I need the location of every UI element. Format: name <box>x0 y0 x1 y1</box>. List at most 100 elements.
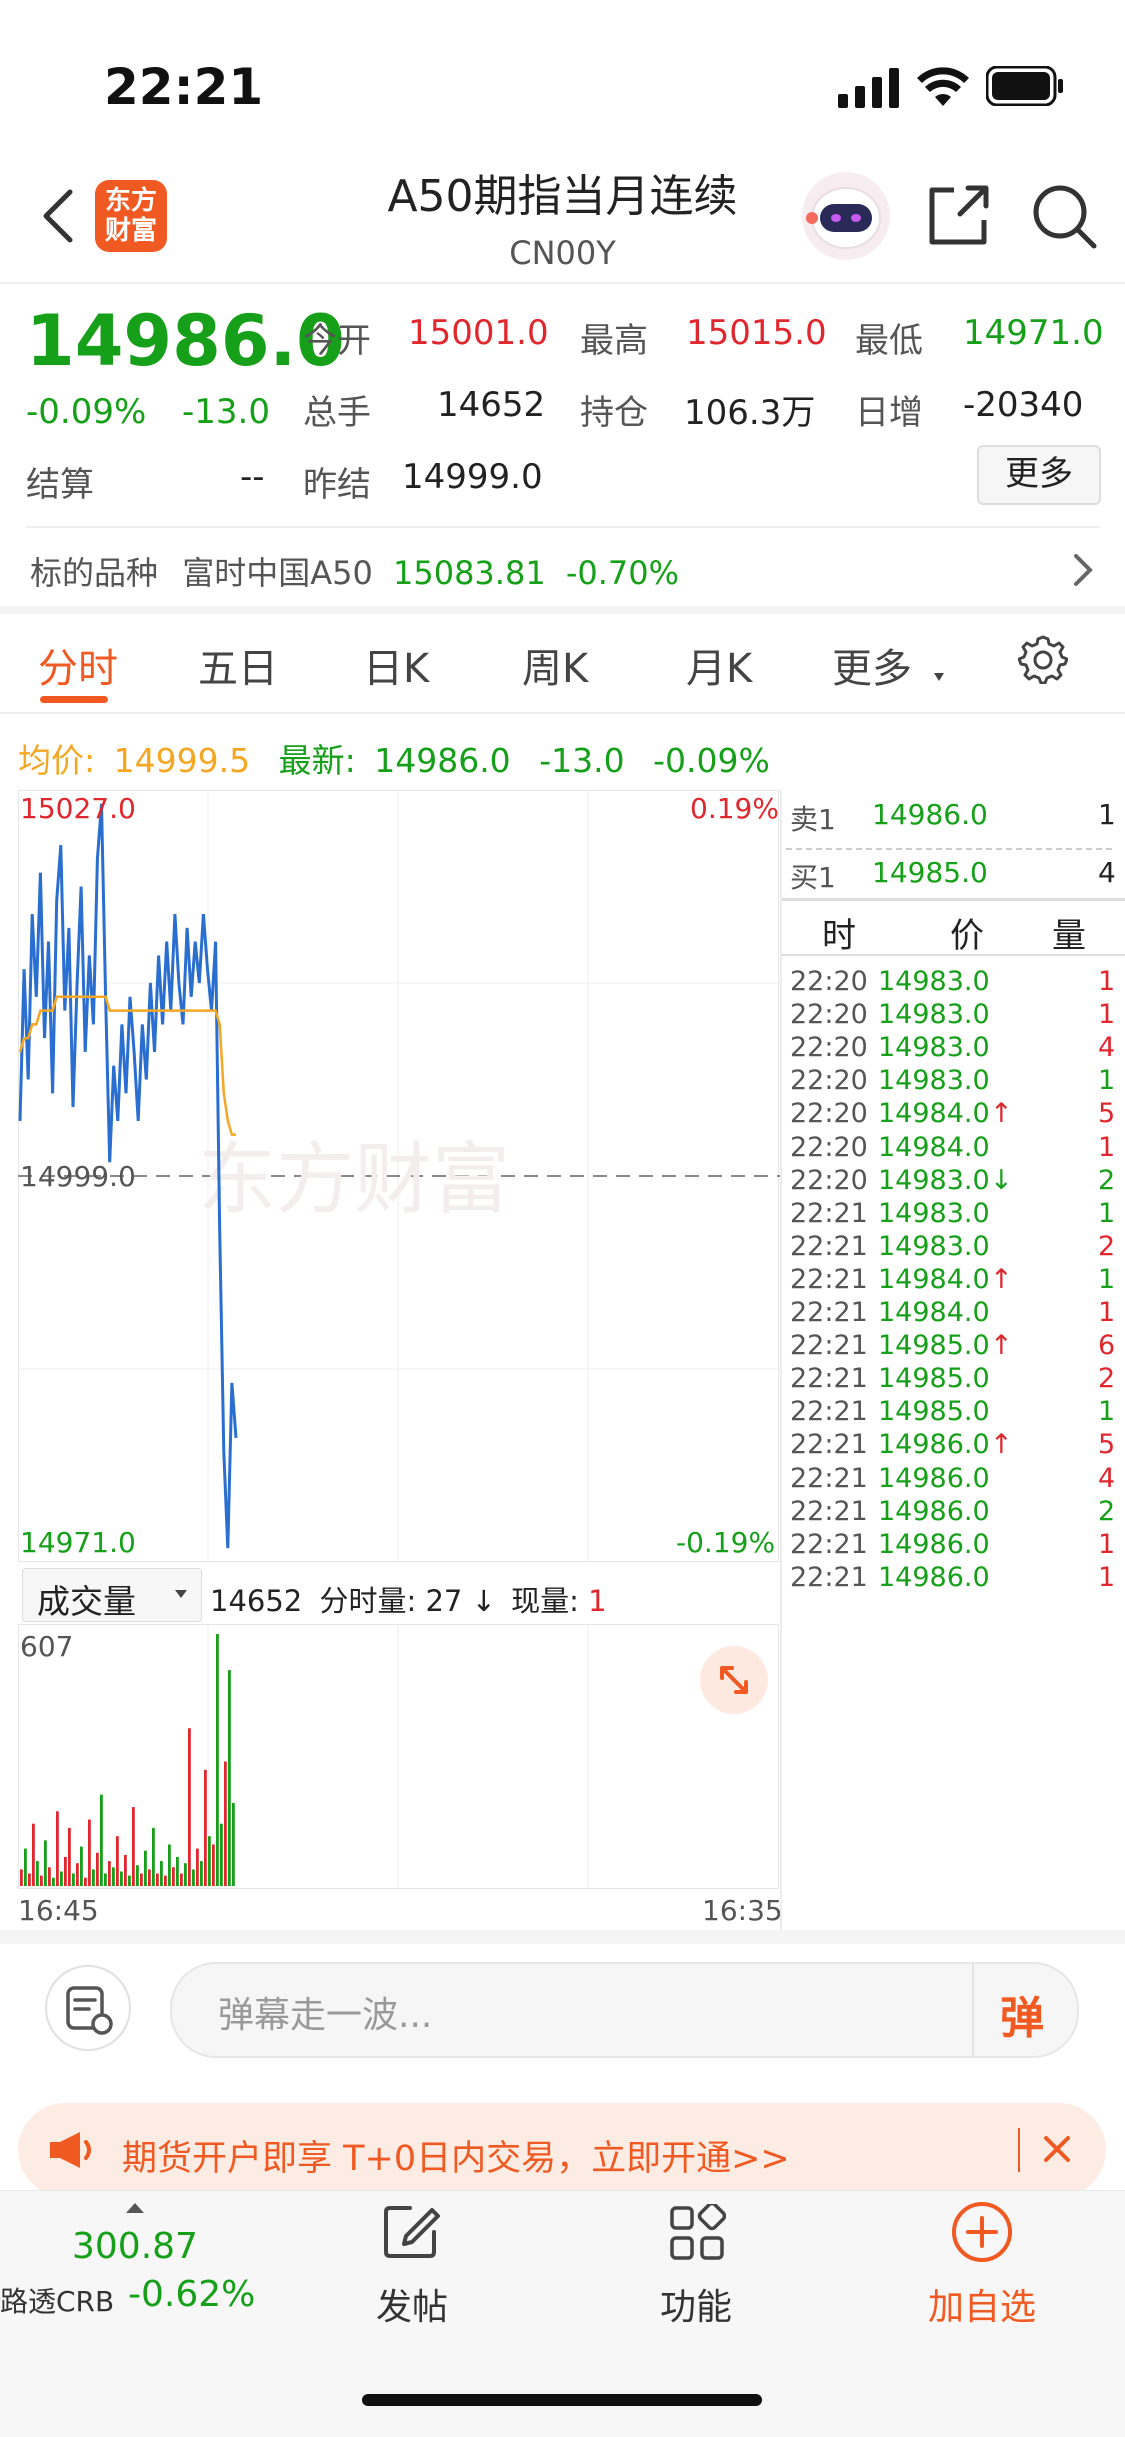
volume-bar <box>188 1728 191 1886</box>
danmaku-send-button[interactable]: 弹 <box>1000 1982 1044 2046</box>
volume-bar <box>124 1854 127 1886</box>
nav-add-watchlist[interactable]: 加自选 <box>928 2278 1036 2330</box>
settle-label: 结算 <box>26 465 94 505</box>
trade-direction-arrow: ↑ <box>990 1263 1013 1295</box>
chart-watermark: 东方财富 <box>198 1135 510 1225</box>
daily-change-label: 日增 <box>855 393 923 433</box>
trade-qty: 2 <box>1098 1363 1116 1395</box>
functions-grid-icon[interactable] <box>668 2201 727 2266</box>
volume-bar <box>112 1867 115 1886</box>
promo-banner-text: 期货开户即享 T+0日内交易，立即开通>> <box>122 2139 790 2179</box>
settings-gear-icon[interactable] <box>1017 634 1069 688</box>
tab-week-k[interactable]: 周K <box>522 636 588 694</box>
pct-top-label: 0.19% <box>690 792 779 825</box>
current-price: 14986.0 <box>26 300 345 382</box>
trade-price: 14984.0 <box>878 1098 990 1130</box>
trade-price: 14986.0 <box>878 1429 990 1461</box>
volume-bar <box>28 1873 31 1886</box>
trade-time: 22:20 <box>790 999 868 1031</box>
trade-time: 22:21 <box>790 1429 868 1461</box>
trade-time: 22:21 <box>790 1263 868 1295</box>
trade-row: 22:21 14986.0 ↑ 5 <box>790 1429 1120 1462</box>
robot-assistant-icon[interactable] <box>800 170 892 266</box>
underlying-row[interactable]: 标的品种 富时中国A50 15083.81 -0.70% <box>30 548 679 594</box>
volume-bar <box>224 1761 227 1886</box>
nav-functions[interactable]: 功能 <box>660 2278 732 2330</box>
more-button[interactable]: 更多 <box>977 445 1101 505</box>
tab-day-k[interactable]: 日K <box>363 636 429 694</box>
trade-header-time: 时 <box>822 916 856 956</box>
trade-row: 22:21 14985.0 2 <box>790 1363 1120 1396</box>
trade-time: 22:20 <box>790 1098 868 1130</box>
trade-time: 22:21 <box>790 1230 868 1262</box>
trade-price: 14986.0 <box>878 1528 990 1560</box>
ticker-percent: -0.62% <box>128 2274 256 2315</box>
search-icon[interactable] <box>1030 182 1098 254</box>
trade-direction-arrow: ↑ <box>990 1330 1013 1362</box>
danmaku-input[interactable]: 弹幕走一波... 弹 <box>170 1962 1079 2058</box>
trade-row: 22:20 14983.0 4 <box>790 1032 1120 1065</box>
volume-bar <box>108 1861 111 1886</box>
trade-qty: 4 <box>1098 1032 1116 1064</box>
trade-time: 22:20 <box>790 1032 868 1064</box>
volume-bar <box>196 1848 199 1886</box>
tab-month-k[interactable]: 月K <box>686 636 752 694</box>
trade-price: 14985.0 <box>878 1330 990 1362</box>
trade-time: 22:21 <box>790 1528 868 1560</box>
trade-row: 22:21 14983.0 2 <box>790 1231 1120 1264</box>
add-watchlist-icon[interactable] <box>950 2200 1014 2268</box>
trade-time: 22:21 <box>790 1330 868 1362</box>
volume-bar <box>156 1873 159 1886</box>
tab-more[interactable]: 更多 <box>832 636 912 694</box>
chart-header: 均价: 14999.5 最新: 14986.0 -13.0 -0.09% <box>18 734 770 782</box>
volume-bar <box>80 1846 83 1886</box>
volume-bar <box>84 1877 87 1886</box>
trade-price: 14985.0 <box>878 1363 990 1395</box>
trade-time: 22:20 <box>790 966 868 997</box>
danmaku-placeholder: 弹幕走一波... <box>218 1995 433 2036</box>
volume-bar <box>132 1807 135 1886</box>
underlying-label: 标的品种 <box>30 554 159 592</box>
trade-price: 14985.0 <box>878 1396 990 1428</box>
trade-price: 14986.0 <box>878 1561 990 1593</box>
expand-icon[interactable] <box>700 1646 768 1718</box>
y-mid-label: 14999.0 <box>20 1160 136 1193</box>
status-time: 22:21 <box>104 58 264 116</box>
trade-direction-arrow: ↓ <box>990 1164 1013 1196</box>
trade-qty: 1 <box>1098 1131 1116 1163</box>
post-icon[interactable] <box>380 2200 442 2266</box>
tab-five-day[interactable]: 五日 <box>198 636 278 694</box>
high-label: 最高 <box>580 321 648 361</box>
share-icon[interactable] <box>926 182 992 252</box>
indicator-selector[interactable]: 成交量 <box>22 1568 202 1622</box>
trade-time: 22:21 <box>790 1197 868 1229</box>
trade-qty: 1 <box>1098 1065 1116 1097</box>
volume-bar <box>56 1811 59 1886</box>
volume-bar <box>160 1861 163 1886</box>
wifi-icon <box>916 66 970 112</box>
nav-post[interactable]: 发帖 <box>376 2278 448 2330</box>
high-value: 15015.0 <box>686 313 827 353</box>
trade-row: 22:21 14986.0 2 <box>790 1496 1120 1529</box>
underlying-price: 15083.81 <box>392 554 546 592</box>
note-icon[interactable] <box>44 1964 132 2056</box>
volume-chart[interactable] <box>18 1624 780 1890</box>
chevron-right-icon[interactable] <box>1072 552 1094 592</box>
trade-qty: 1 <box>1098 966 1116 997</box>
trade-price: 14983.0 <box>878 1230 990 1262</box>
tab-fenshi[interactable]: 分时 <box>38 636 118 694</box>
avg-label: 均价: <box>18 741 96 780</box>
volume-bar <box>152 1827 155 1886</box>
tab-more-caret-icon <box>932 668 946 687</box>
volume-bar <box>20 1869 23 1886</box>
trade-qty: 1 <box>1098 999 1116 1031</box>
close-icon[interactable] <box>1042 2134 1072 2168</box>
volume-bar <box>168 1844 171 1886</box>
volume-info: 14652 分时量: 27 ↓ 现量: 1 <box>210 1578 607 1620</box>
latest-value: 14986.0 <box>374 741 511 780</box>
trade-qty: 2 <box>1098 1230 1116 1262</box>
trade-qty: 1 <box>1098 1197 1116 1229</box>
trade-price: 14983.0 <box>878 966 990 997</box>
volume-bar <box>208 1836 211 1886</box>
ticker-price[interactable]: 300.87 <box>72 2226 198 2267</box>
